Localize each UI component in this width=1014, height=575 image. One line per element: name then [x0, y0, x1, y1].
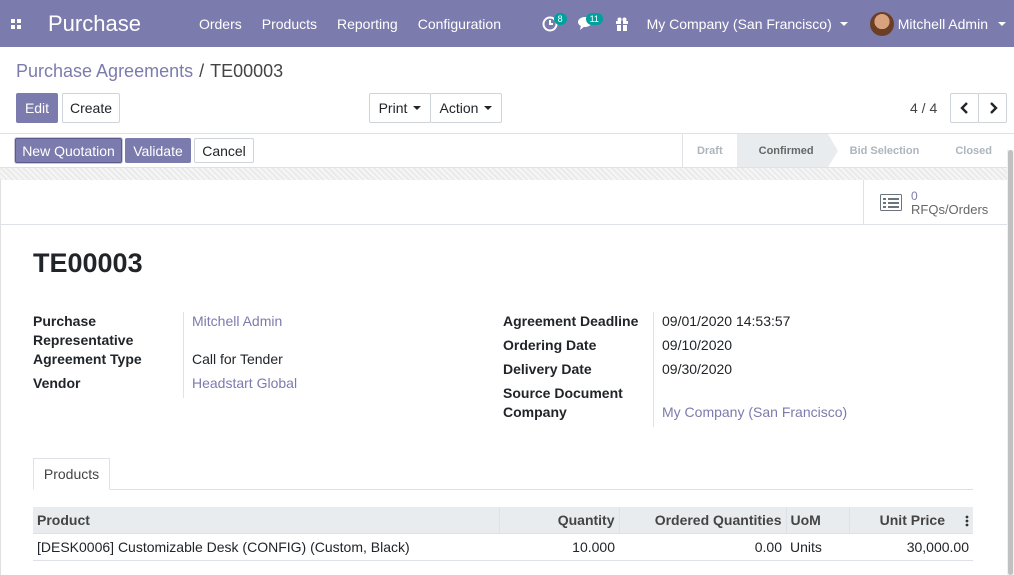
cancel-button[interactable]: Cancel: [194, 138, 254, 163]
cell-product: [DESK0006] Customizable Desk (CONFIG) (C…: [33, 533, 499, 561]
company-label: Company: [503, 404, 567, 420]
scrollbar-thumb[interactable]: [1008, 150, 1013, 575]
cell-uom: Units: [786, 533, 849, 561]
company-field[interactable]: My Company (San Francisco): [662, 403, 847, 422]
cell-ordered-quantities: 0.00: [619, 533, 786, 561]
breadcrumb: Purchase Agreements / TE00003: [16, 61, 283, 82]
app-brand[interactable]: Purchase: [48, 11, 141, 37]
tab-divider: [33, 489, 973, 490]
rfqs-orders-text: 0 RFQs/Orders: [911, 189, 988, 217]
breadcrumb-current: TE00003: [210, 61, 284, 81]
activity-button[interactable]: 8: [532, 0, 568, 47]
pager-previous-button[interactable]: [950, 93, 979, 123]
avatar: [869, 11, 894, 36]
menu-configuration[interactable]: Configuration: [408, 16, 511, 32]
edit-button[interactable]: Edit: [16, 93, 58, 123]
form-statusbar: New Quotation Validate Cancel Draft Conf…: [0, 133, 1014, 168]
gift-icon: [615, 17, 628, 31]
column-options-icon[interactable]: [965, 515, 969, 527]
company-name: My Company (San Francisco): [646, 15, 832, 32]
rfqs-orders-button[interactable]: 0 RFQs/Orders: [863, 180, 1007, 225]
field-divider: [183, 312, 184, 398]
delivery-date-label: Delivery Date: [503, 361, 592, 377]
purchase-rep-field[interactable]: Mitchell Admin: [192, 312, 282, 331]
purchase-rep-label-line2: Representative: [33, 332, 134, 348]
print-dropdown[interactable]: Print: [369, 93, 431, 123]
column-quantity[interactable]: Quantity: [499, 507, 620, 534]
messages-badge: 11: [585, 13, 603, 25]
user-name: Mitchell Admin: [897, 15, 988, 32]
menu-reporting[interactable]: Reporting: [327, 16, 408, 32]
cell-unit-price: 30,000.00: [849, 533, 973, 561]
top-navbar: Purchase Orders Products Reporting Confi…: [0, 0, 1014, 47]
stage-bid-selection: Bid Selection: [849, 144, 920, 157]
systray: 8 11 My Company (San Francisco) Mitchell…: [532, 0, 1014, 47]
delivery-date-field[interactable]: 09/30/2020: [662, 360, 732, 379]
cell-quantity: 10.000: [499, 533, 619, 561]
vendor-label: Vendor: [33, 375, 81, 391]
stage-confirmed: Confirmed: [736, 134, 838, 167]
tab-products[interactable]: Products: [33, 458, 110, 490]
column-product[interactable]: Product: [33, 507, 500, 534]
chevron-left-icon: [959, 102, 968, 114]
table-header-row: Product Quantity Ordered Quantities UoM …: [33, 507, 973, 534]
new-quotation-button[interactable]: New Quotation: [15, 138, 122, 163]
agreement-type-field[interactable]: Call for Tender: [192, 350, 283, 369]
sheet-background: [0, 168, 1014, 180]
chevron-down-icon: [839, 21, 848, 26]
breadcrumb-separator: /: [199, 61, 205, 81]
activity-badge: 8: [553, 13, 567, 25]
apps-menu-icon[interactable]: [0, 0, 32, 47]
column-unit-price[interactable]: Unit Price: [849, 507, 973, 534]
menu-products[interactable]: Products: [252, 16, 327, 32]
gift-button[interactable]: [605, 0, 639, 47]
user-menu[interactable]: Mitchell Admin: [856, 11, 1014, 36]
deadline-label: Agreement Deadline: [503, 313, 639, 329]
agreement-type-label: Agreement Type: [33, 351, 142, 367]
source-document-label: Source Document: [503, 385, 623, 401]
breadcrumb-parent[interactable]: Purchase Agreements: [16, 61, 193, 82]
table-row[interactable]: [DESK0006] Customizable Desk (CONFIG) (C…: [33, 533, 973, 561]
list-icon: [880, 194, 902, 211]
deadline-field[interactable]: 09/01/2020 14:53:57: [662, 312, 790, 331]
validate-button[interactable]: Validate: [125, 138, 191, 163]
unit-price-header-label: Unit Price: [879, 511, 945, 528]
column-uom[interactable]: UoM: [786, 507, 850, 534]
ordering-date-field[interactable]: 09/10/2020: [662, 336, 732, 355]
stage-statusbar: Draft Confirmed Bid Selection Closed: [681, 134, 1006, 167]
field-divider: [653, 312, 654, 427]
create-button[interactable]: Create: [62, 93, 120, 123]
action-label: Action: [439, 100, 479, 116]
column-ordered-quantities[interactable]: Ordered Quantities: [619, 507, 787, 534]
record-title: TE00003: [33, 248, 143, 278]
scrollbar[interactable]: [1007, 150, 1014, 575]
chevron-down-icon: [484, 106, 493, 110]
products-table: Product Quantity Ordered Quantities UoM …: [33, 507, 973, 561]
stage-draft: Draft: [696, 144, 723, 157]
messages-button[interactable]: 11: [568, 0, 605, 47]
purchase-rep-label-line1: Purchase: [33, 313, 97, 329]
action-dropdown[interactable]: Action: [430, 93, 502, 123]
stage-closed: Closed: [955, 144, 992, 157]
ordering-date-label: Ordering Date: [503, 337, 597, 353]
main-menu: Orders Products Reporting Configuration: [189, 16, 511, 32]
chevron-right-icon: [989, 102, 998, 114]
rfqs-orders-count: 0: [911, 188, 918, 203]
vendor-field[interactable]: Headstart Global: [192, 374, 297, 393]
rfqs-orders-label: RFQs/Orders: [911, 201, 989, 217]
print-label: Print: [378, 100, 408, 116]
chevron-down-icon: [998, 21, 1006, 26]
button-box: [0, 180, 1007, 225]
menu-orders[interactable]: Orders: [189, 16, 252, 32]
company-switcher[interactable]: My Company (San Francisco): [639, 16, 856, 32]
chevron-down-icon: [413, 106, 422, 110]
pager-next-button[interactable]: [978, 93, 1007, 123]
pager-value[interactable]: 4 / 4: [910, 100, 937, 116]
